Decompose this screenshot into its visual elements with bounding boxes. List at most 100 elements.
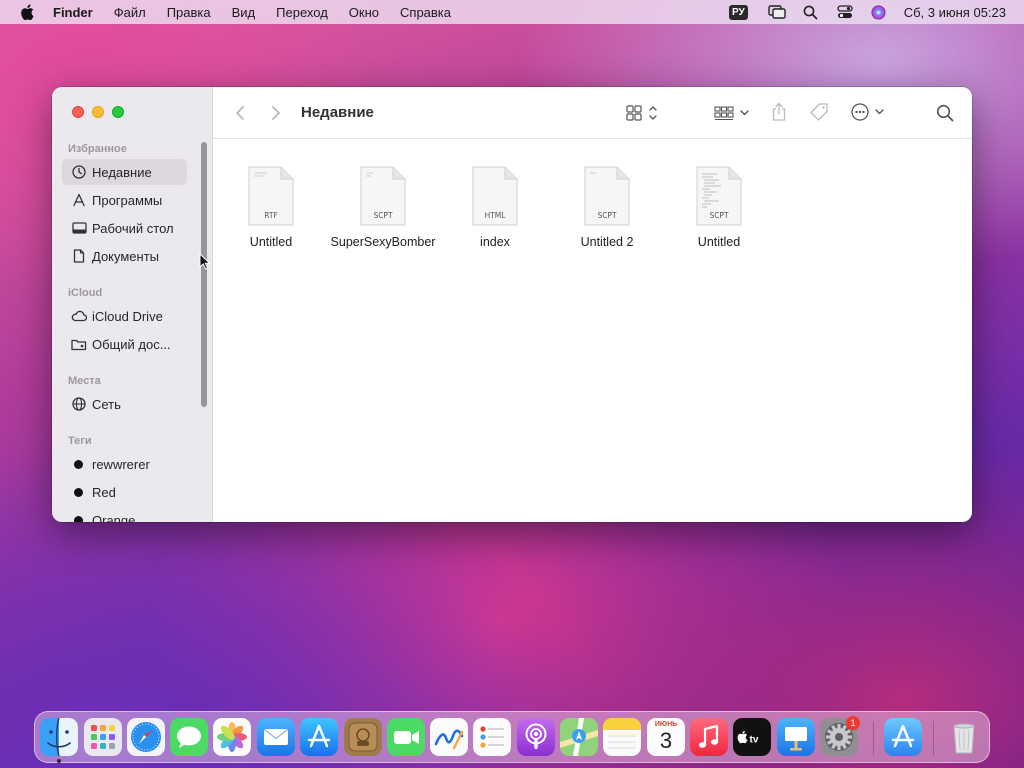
- file-name: SuperSexyBomber: [330, 235, 436, 249]
- script-document-icon: SCPT: [695, 166, 743, 226]
- input-source-badge[interactable]: РУ: [728, 4, 748, 20]
- dock: ИЮНЬ 3 tv 1: [34, 711, 990, 763]
- sidebar-item-label: Сеть: [92, 396, 121, 412]
- script-document-icon: SCPT: [583, 166, 631, 226]
- sidebar-item-label: Orange: [92, 512, 136, 523]
- finder-window: Избранное Недавние Программы Рабочий сто…: [52, 87, 972, 522]
- file-name: Untitled: [249, 235, 293, 249]
- file-extension: RTF: [264, 211, 278, 220]
- dock-freeform-icon[interactable]: [430, 718, 468, 756]
- mouse-pointer-icon: [199, 252, 211, 276]
- window-title: Недавние: [301, 104, 374, 121]
- minimize-window-button[interactable]: [92, 106, 104, 118]
- tag-color-dot: [74, 459, 83, 469]
- forward-chevron-icon[interactable]: [269, 103, 283, 123]
- spotlight-search-icon[interactable]: [802, 4, 820, 20]
- dock-app-store-folder-icon[interactable]: [884, 718, 922, 756]
- dock-app-store-icon[interactable]: [300, 718, 338, 756]
- menu-clock[interactable]: Сб, 3 июня 05:23: [904, 5, 1006, 20]
- sidebar-item-label: Общий дос...: [92, 336, 171, 352]
- sidebar-item-network[interactable]: Сеть: [62, 391, 187, 417]
- file-extension: HTML: [484, 211, 506, 220]
- sidebar-section-favorites: Избранное: [68, 143, 127, 155]
- share-icon[interactable]: [768, 101, 790, 123]
- file-extension: SCPT: [597, 211, 617, 220]
- sidebar-item-label: Red: [92, 484, 116, 500]
- sidebar-tag-red[interactable]: Red: [62, 479, 187, 505]
- sidebar-item-label: rewwrerer: [92, 456, 150, 472]
- file-browser-area[interactable]: RTF Untitled SCPT SuperSexyBomber HTML i…: [213, 140, 972, 522]
- sidebar-tag-rewwrerer[interactable]: rewwrerer: [62, 451, 187, 477]
- screen-mirroring-icon[interactable]: [768, 4, 786, 20]
- dock-photos-icon[interactable]: [213, 718, 251, 756]
- file-item[interactable]: SCPT Untitled 2: [552, 166, 662, 250]
- sidebar-item-documents[interactable]: Документы: [62, 243, 187, 269]
- file-extension: SCPT: [709, 211, 729, 220]
- zoom-window-button[interactable]: [112, 106, 124, 118]
- menu-bar: Finder Файл Правка Вид Переход Окно Спра…: [0, 0, 1024, 24]
- finder-toolbar: Недавние: [213, 87, 972, 139]
- sidebar-item-desktop[interactable]: Рабочий стол: [62, 215, 187, 241]
- shared-folder-icon: [70, 336, 88, 352]
- menu-file[interactable]: Файл: [114, 5, 146, 20]
- file-item[interactable]: RTF Untitled: [216, 166, 326, 250]
- dock-trash-icon[interactable]: [945, 718, 983, 756]
- sidebar-item-icloud-drive[interactable]: iCloud Drive: [62, 303, 187, 329]
- sidebar-item-label: Недавние: [92, 164, 152, 180]
- group-by-icon[interactable]: [712, 103, 752, 123]
- dock-apple-tv-icon[interactable]: tv: [733, 718, 771, 756]
- menu-help[interactable]: Справка: [400, 5, 451, 20]
- menu-window[interactable]: Окно: [349, 5, 379, 20]
- sidebar-item-applications[interactable]: Программы: [62, 187, 187, 213]
- search-icon[interactable]: [934, 102, 956, 124]
- dock-launchpad-icon[interactable]: [84, 718, 122, 756]
- dock-finder-icon[interactable]: [40, 718, 78, 756]
- dock-separator: [873, 721, 874, 755]
- finder-sidebar: Избранное Недавние Программы Рабочий сто…: [52, 87, 213, 522]
- menu-edit[interactable]: Правка: [167, 5, 211, 20]
- dock-facetime-icon[interactable]: [387, 718, 425, 756]
- dock-calendar-icon[interactable]: ИЮНЬ 3: [647, 718, 685, 756]
- view-mode-grid-icon[interactable]: [624, 103, 660, 123]
- sidebar-section-tags: Теги: [68, 435, 92, 447]
- sidebar-item-recents[interactable]: Недавние: [62, 159, 187, 185]
- sidebar-item-label: Рабочий стол: [92, 220, 174, 236]
- close-window-button[interactable]: [72, 106, 84, 118]
- siri-icon[interactable]: [870, 4, 888, 20]
- dock-notes-icon[interactable]: [603, 718, 641, 756]
- control-center-icon[interactable]: [836, 4, 854, 20]
- globe-icon: [70, 396, 88, 412]
- sidebar-item-shared[interactable]: Общий дос...: [62, 331, 187, 357]
- desktop-icon: [70, 220, 88, 236]
- dock-safari-icon[interactable]: [127, 718, 165, 756]
- dock-music-icon[interactable]: [690, 718, 728, 756]
- back-chevron-icon[interactable]: [233, 103, 247, 123]
- sidebar-tag-orange[interactable]: Orange: [62, 507, 187, 522]
- sidebar-item-label: Документы: [92, 248, 160, 264]
- tag-icon[interactable]: [807, 101, 831, 123]
- dock-podcasts-icon[interactable]: [517, 718, 555, 756]
- file-item[interactable]: SCPT Untitled: [664, 166, 774, 250]
- window-controls: [72, 106, 132, 118]
- dock-utility-app-icon[interactable]: [344, 718, 382, 756]
- menu-app-name[interactable]: Finder: [53, 5, 93, 20]
- tag-color-dot: [74, 515, 83, 522]
- menu-go[interactable]: Переход: [276, 5, 328, 20]
- file-extension: SCPT: [373, 211, 393, 220]
- sidebar-item-label: iCloud Drive: [92, 308, 163, 324]
- script-document-icon: SCPT: [359, 166, 407, 226]
- sidebar-section-locations: Места: [68, 375, 101, 387]
- apple-menu-icon[interactable]: [19, 4, 35, 20]
- menu-view[interactable]: Вид: [232, 5, 256, 20]
- file-item[interactable]: SCPT SuperSexyBomber: [328, 166, 438, 250]
- file-name: Untitled 2: [580, 235, 634, 249]
- dock-maps-icon[interactable]: [560, 718, 598, 756]
- dock-keynote-icon[interactable]: [777, 718, 815, 756]
- dock-mail-icon[interactable]: [257, 718, 295, 756]
- file-item[interactable]: HTML index: [440, 166, 550, 250]
- more-actions-icon[interactable]: [849, 101, 889, 123]
- dock-messages-icon[interactable]: [170, 718, 208, 756]
- sidebar-section-icloud: iCloud: [68, 287, 103, 299]
- tag-color-dot: [74, 487, 83, 497]
- dock-reminders-icon[interactable]: [473, 718, 511, 756]
